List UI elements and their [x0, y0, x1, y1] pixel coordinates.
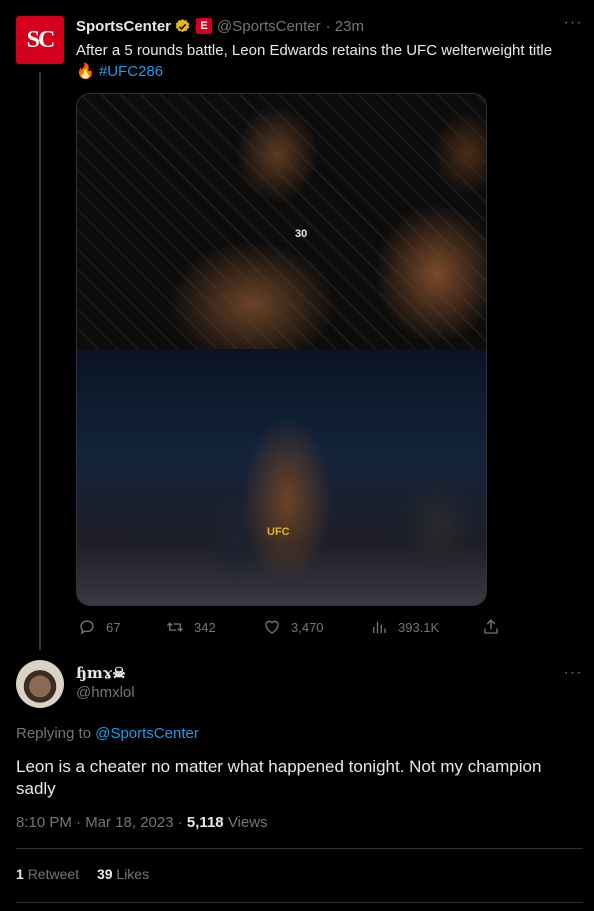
espn-affiliate-badge-icon: E — [196, 18, 213, 34]
share-button[interactable] — [482, 617, 510, 637]
heart-icon — [263, 618, 281, 636]
analytics-bars-icon — [370, 618, 388, 636]
more-options-icon[interactable]: ··· — [563, 665, 583, 687]
reply-count: 67 — [106, 619, 121, 635]
tweet-text: Leon is a cheater no matter what happene… — [16, 757, 542, 798]
likes-count: 39 — [96, 866, 113, 882]
author-name[interactable]: ɧmɤ☠ — [76, 664, 126, 682]
sportscenter-avatar[interactable]: SC — [16, 16, 64, 64]
divider — [16, 848, 583, 849]
hmx-avatar[interactable] — [16, 660, 64, 708]
retweets-stat[interactable]: 1 Retweet — [16, 866, 83, 882]
author-handle[interactable]: @hmxlol — [76, 684, 135, 701]
retweet-count: 1 — [16, 866, 24, 882]
likes-label: Likes — [116, 866, 150, 882]
tweet-text: After a 5 rounds battle, Leon Edwards re… — [76, 40, 576, 82]
divider — [16, 902, 583, 903]
replying-prefix: Replying to — [16, 725, 92, 742]
glove-label: 30 — [295, 228, 308, 240]
like-button[interactable]: 3,470 — [263, 617, 324, 637]
tweet-time[interactable]: · 23m — [326, 18, 364, 35]
tweet-metadata: 8:10 PM · Mar 18, 2023 · 5,118 Views — [16, 814, 268, 831]
reply-icon — [78, 618, 96, 636]
likes-stat[interactable]: 39 Likes — [97, 866, 149, 882]
tweet-body: After a 5 rounds battle, Leon Edwards re… — [76, 42, 553, 59]
shorts-label: UFC — [267, 526, 290, 538]
author-name[interactable]: SportsCenter — [76, 18, 171, 35]
retweet-button[interactable]: 342 — [166, 617, 216, 637]
replying-to-link[interactable]: @SportsCenter — [95, 725, 199, 742]
retweet-count: 342 — [194, 619, 216, 635]
tweet-header: SportsCenter E @SportsCenter · 23m — [76, 16, 364, 36]
views-button[interactable]: 393.1K — [370, 617, 439, 637]
tweet-timestamp[interactable]: 8:10 PM · Mar 18, 2023 · — [16, 814, 183, 831]
victory-photo[interactable]: UFC — [77, 350, 486, 605]
avatar-logo-text: SC — [26, 26, 56, 53]
views-count: 5,118 — [186, 814, 224, 831]
more-options-icon[interactable]: ··· — [563, 15, 583, 37]
reply-button[interactable]: 67 — [78, 617, 120, 637]
verified-gold-badge-icon — [174, 18, 191, 35]
retweet-label: Retweet — [27, 866, 80, 882]
fight-photo[interactable]: 30 — [77, 94, 486, 349]
tweet-media-grid[interactable]: 30 UFC — [76, 93, 487, 606]
hashtag-link[interactable]: #UFC286 — [99, 63, 163, 80]
replying-to: Replying to @SportsCenter — [16, 725, 199, 742]
views-count: 393.1K — [398, 619, 440, 635]
engagement-stats: 1 Retweet 39 Likes — [16, 866, 149, 882]
fire-emoji: 🔥 — [76, 63, 95, 80]
like-count: 3,470 — [291, 619, 324, 635]
retweet-icon — [166, 618, 184, 636]
share-icon — [482, 618, 500, 636]
author-handle[interactable]: @SportsCenter — [217, 18, 321, 35]
thread-connector-line — [39, 72, 41, 650]
views-label: Views — [227, 814, 268, 831]
